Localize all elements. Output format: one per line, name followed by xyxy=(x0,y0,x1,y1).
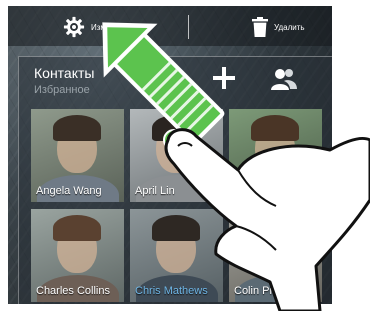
contact-tile[interactable]: Chris Mathews xyxy=(130,209,223,302)
edit-action-bar: Изменить Удалить xyxy=(8,6,332,46)
contact-name: Angela Wang xyxy=(36,185,102,197)
contact-name: Colin Pi xyxy=(234,285,272,297)
contact-photo-hair xyxy=(53,215,101,241)
contact-photo-hair xyxy=(251,215,299,241)
edit-button[interactable]: Изменить xyxy=(63,15,127,39)
contact-photo-hair xyxy=(152,115,200,141)
delete-label: Удалить xyxy=(274,22,305,32)
widget-subtitle: Избранное xyxy=(34,84,90,96)
people-icon[interactable] xyxy=(270,67,298,91)
phone-home-screen: Изменить Удалить Контакты Избранное Ange… xyxy=(8,6,332,304)
contact-tile[interactable]: April Lin xyxy=(130,109,223,202)
trash-icon xyxy=(252,17,268,37)
contacts-widget[interactable]: Контакты Избранное Angela Wang April Lin… xyxy=(18,56,332,304)
contact-name: Chris Mathews xyxy=(135,285,208,297)
action-divider xyxy=(188,15,189,39)
tutorial-illustration: Изменить Удалить Контакты Избранное Ange… xyxy=(0,0,370,311)
contact-tile[interactable]: Colin Pi xyxy=(229,209,322,302)
contact-photo-hair xyxy=(152,215,200,241)
gear-icon xyxy=(63,16,85,38)
contact-tile[interactable]: Carter xyxy=(229,109,322,202)
contact-name: Charles Collins xyxy=(36,285,110,297)
contact-tile[interactable]: Charles Collins xyxy=(31,209,124,302)
contact-photo-hair xyxy=(251,115,299,141)
contact-name: April Lin xyxy=(135,185,175,197)
contact-tile[interactable]: Angela Wang xyxy=(31,109,124,202)
widget-title: Контакты xyxy=(34,65,95,81)
edit-label: Изменить xyxy=(91,22,128,32)
delete-button[interactable]: Удалить xyxy=(252,16,305,38)
contact-name: Carter xyxy=(267,185,298,197)
contact-photo-hair xyxy=(53,115,101,141)
plus-icon[interactable] xyxy=(212,66,236,90)
